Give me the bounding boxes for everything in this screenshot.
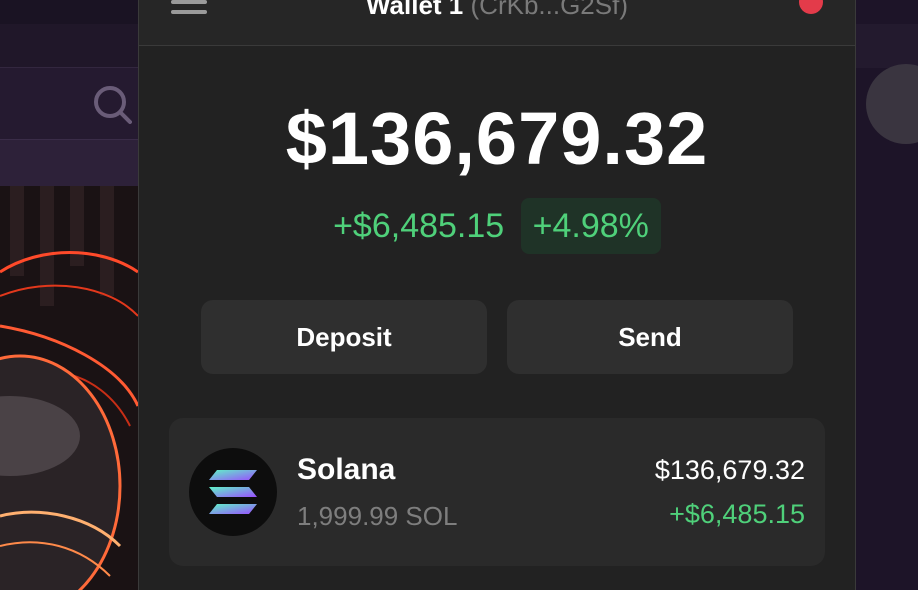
background-nav-row [0, 24, 138, 68]
wallet-header: Wallet 1 (CrKb...G2Sf) [139, 0, 855, 46]
wallet-address: (CrKb...G2Sf) [470, 0, 628, 20]
balance-change-amount: +$6,485.15 [333, 207, 505, 245]
solana-logo-icon [189, 448, 277, 536]
balance-change-percent-badge: +4.98% [520, 198, 661, 254]
token-change: +$6,485.15 [669, 499, 805, 529]
wallet-panel: Wallet 1 (CrKb...G2Sf) $136,679.32 +$6,4… [138, 0, 856, 590]
deposit-button[interactable]: Deposit [201, 300, 487, 374]
background-page-right [856, 0, 918, 590]
background-artwork [0, 186, 138, 590]
token-amount: 1,999.99 SOL [297, 501, 458, 531]
token-name: Solana [297, 453, 396, 486]
background-search-icon [94, 86, 132, 124]
total-balance: $136,679.32 [285, 97, 709, 180]
background-right-row [856, 24, 918, 68]
token-row-solana[interactable]: Solana 1,999.99 SOL $136,679.32 +$6,485.… [169, 418, 825, 566]
background-avatar [866, 64, 918, 144]
wallet-selector[interactable]: Wallet 1 (CrKb...G2Sf) [139, 0, 855, 20]
wallet-name: Wallet 1 [365, 0, 464, 20]
background-strip [0, 140, 138, 186]
balance-change-row: +$6,485.15 +4.98% [139, 198, 855, 254]
send-button[interactable]: Send [507, 300, 793, 374]
background-page-left [0, 0, 138, 590]
token-value: $136,679.32 [654, 455, 805, 485]
